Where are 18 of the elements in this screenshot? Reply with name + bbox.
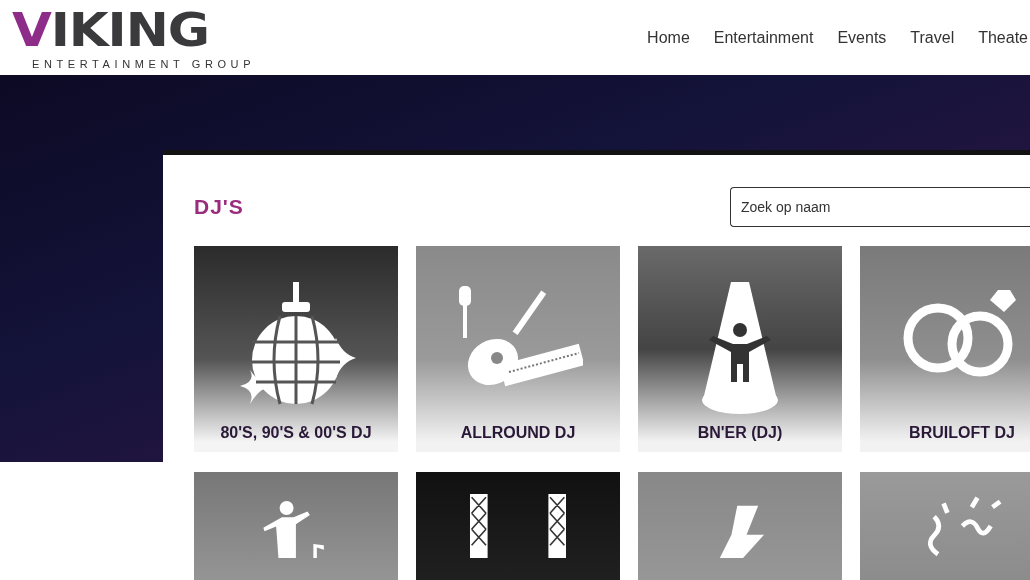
category-label: ALLROUND DJ [459, 424, 577, 442]
nav-link[interactable]: Theate [978, 28, 1028, 47]
search-field[interactable]: Zoek op naam [730, 187, 1030, 227]
speaker-towers-icon [470, 494, 566, 558]
nav-link[interactable]: Entertainment [713, 28, 814, 47]
logo-tagline: ENTERTAINMENT GROUP [32, 57, 256, 70]
category-label: BRUILOFT DJ [908, 424, 1016, 442]
category-label: 80'S, 90'S & 00'S DJ [219, 424, 373, 442]
category-label: BN'ER (DJ) [696, 424, 784, 442]
section-title: DJ'S [194, 195, 244, 219]
nav-link[interactable]: Home [647, 28, 690, 47]
category-tile[interactable]: BN'ER (DJ) [638, 246, 842, 452]
nav-link[interactable]: Travel [910, 28, 955, 47]
logo-wordmark[interactable]: VIKING [12, 9, 285, 50]
category-tile[interactable]: BRUILOFT DJ [860, 246, 1030, 452]
category-tile[interactable]: 80'S, 90'S & 00'S DJ [194, 246, 398, 452]
nav-link[interactable]: Events [837, 28, 887, 47]
category-tile[interactable]: ALLROUND DJ [416, 246, 620, 452]
